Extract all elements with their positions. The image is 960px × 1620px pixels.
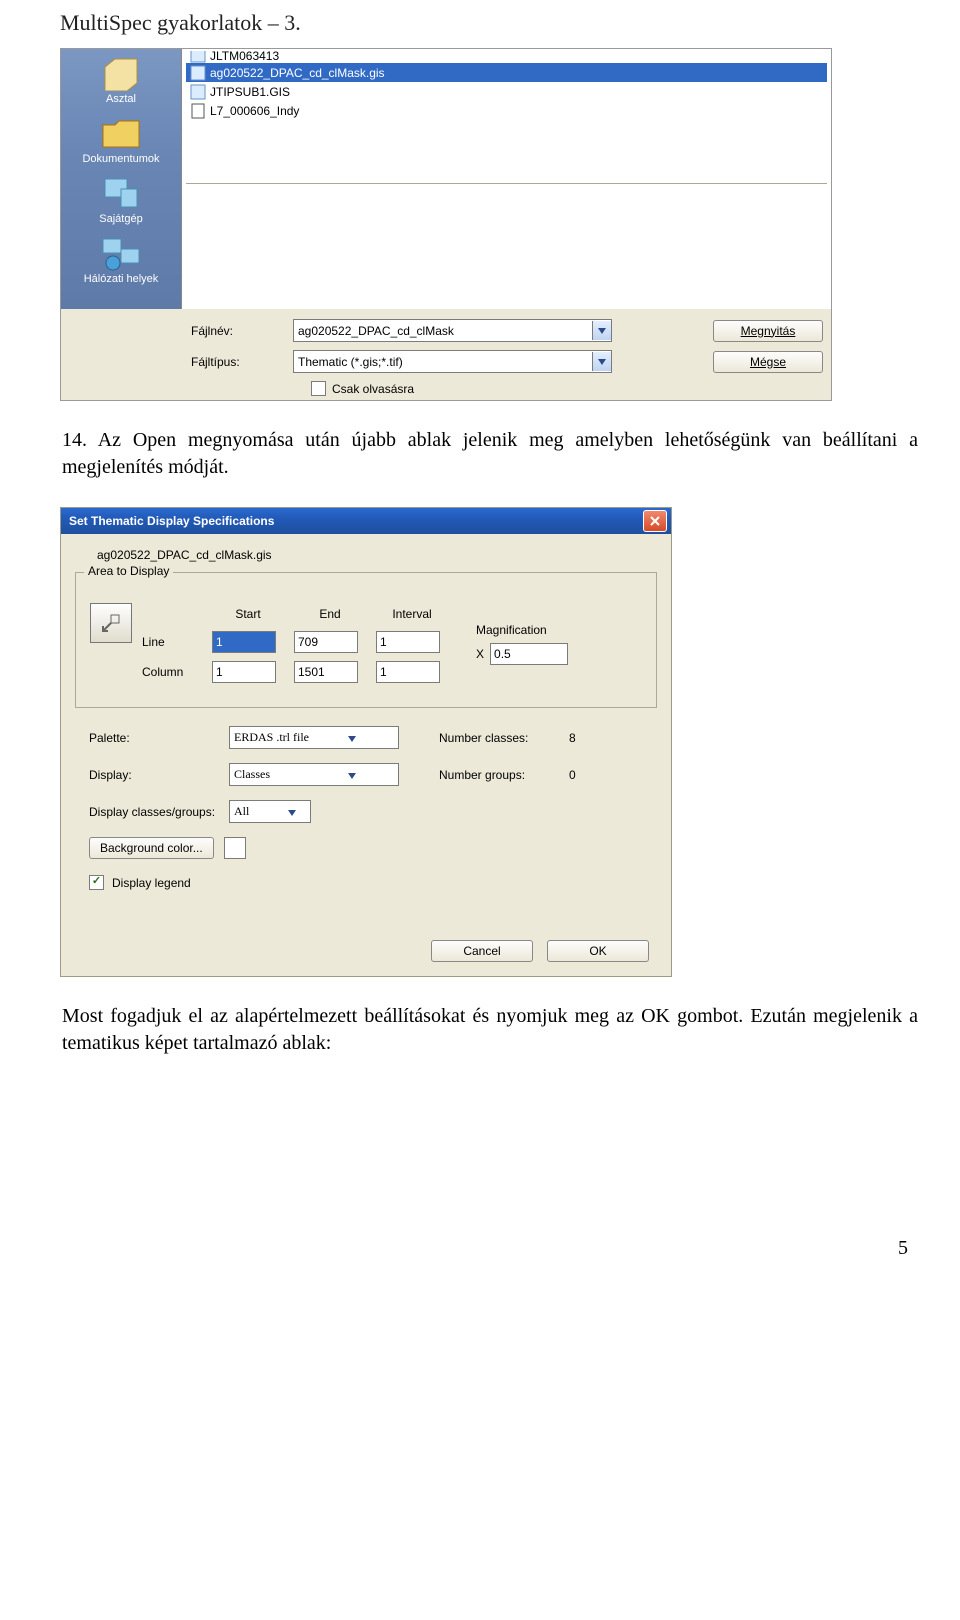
file-row-clipped[interactable]: JLTM063413 (186, 51, 827, 63)
display-classes-groups-combo[interactable] (229, 800, 311, 823)
places-network[interactable]: Hálózati helyek (59, 231, 183, 291)
readonly-label: Csak olvasásra (332, 382, 414, 396)
file-name: JLTM063413 (210, 51, 279, 63)
header-interval: Interval (376, 607, 448, 621)
places-network-label: Hálózati helyek (84, 273, 159, 285)
dialog-cancel-button[interactable]: Cancel (431, 940, 533, 962)
places-documents[interactable]: Dokumentumok (59, 111, 183, 171)
places-documents-label: Dokumentumok (82, 153, 159, 165)
file-row[interactable]: JTIPSUB1.GIS (186, 82, 827, 101)
dialog-ok-button[interactable]: OK (547, 940, 649, 962)
palette-label: Palette: (89, 731, 229, 745)
row-label-line: Line (142, 635, 202, 649)
places-bar: Asztal Dokumentumok Sajátgép (61, 49, 181, 309)
dropdown-button[interactable] (348, 768, 356, 782)
dropdown-button[interactable] (348, 731, 356, 745)
page-number: 5 (60, 1237, 920, 1260)
file-name: ag020522_DPAC_cd_clMask.gis (210, 66, 385, 80)
background-color-swatch[interactable] (224, 837, 246, 859)
display-legend-checkbox[interactable] (89, 875, 104, 890)
file-icon (190, 84, 206, 100)
open-file-dialog: Asztal Dokumentumok Sajátgép (60, 48, 832, 401)
file-row-selected[interactable]: ag020522_DPAC_cd_clMask.gis (186, 63, 827, 82)
dropdown-button[interactable] (288, 805, 296, 819)
row-label-column: Column (142, 665, 202, 679)
display-label: Display: (89, 768, 229, 782)
zoom-full-button[interactable] (90, 603, 132, 643)
filetype-combo[interactable] (293, 350, 612, 373)
column-end-input[interactable] (294, 661, 358, 683)
number-classes-label: Number classes: (439, 731, 569, 745)
readonly-row[interactable]: Csak olvasásra (311, 381, 823, 396)
filename-input[interactable] (294, 321, 592, 340)
file-name: L7_000606_Indy (210, 104, 299, 118)
document-header: MultiSpec gyakorlatok – 3. (60, 10, 920, 40)
places-desktop-label: Asztal (106, 93, 136, 105)
groupbox-title: Area to Display (84, 564, 173, 578)
display-combo[interactable] (229, 763, 399, 786)
file-area: JLTM063413 ag020522_DPAC_cd_clMask.gis J… (181, 49, 831, 309)
dialog-close-button[interactable] (643, 510, 667, 532)
readonly-checkbox[interactable] (311, 381, 326, 396)
file-name: JTIPSUB1.GIS (210, 85, 290, 99)
file-icon (190, 51, 206, 63)
filename-combo[interactable] (293, 319, 612, 342)
line-interval-input[interactable] (376, 631, 440, 653)
magnification-label: Magnification (476, 623, 568, 637)
line-end-input[interactable] (294, 631, 358, 653)
places-computer-label: Sajátgép (99, 213, 142, 225)
number-groups-value: 0 (569, 768, 599, 782)
dropdown-button[interactable] (592, 352, 611, 371)
paragraph-1: 14. Az Open megnyomása után újabb ablak … (62, 427, 918, 481)
file-row[interactable]: L7_000606_Indy (186, 101, 827, 120)
line-start-input[interactable] (212, 631, 276, 653)
file-icon (190, 65, 206, 81)
display-input[interactable] (230, 765, 348, 784)
dialog-title-bar: Set Thematic Display Specifications (61, 508, 671, 534)
dialog-filename: ag020522_DPAC_cd_clMask.gis (97, 548, 657, 562)
places-computer[interactable]: Sajátgép (59, 171, 183, 231)
display-legend-row[interactable]: Display legend (75, 875, 657, 890)
display-classes-groups-label: Display classes/groups: (89, 805, 229, 819)
area-to-display-group: Area to Display Start End Interval Line (75, 572, 657, 708)
cancel-button[interactable]: Mégse (713, 351, 823, 373)
column-interval-input[interactable] (376, 661, 440, 683)
display-classes-groups-input[interactable] (230, 802, 288, 821)
number-groups-label: Number groups: (439, 768, 569, 782)
background-color-button[interactable]: Background color... (89, 837, 214, 859)
magnification-input[interactable] (490, 643, 568, 665)
computer-icon (101, 177, 141, 211)
display-legend-label: Display legend (112, 876, 191, 890)
paragraph-2: Most fogadjuk el az alapértelmezett beál… (62, 1003, 918, 1057)
filetype-label: Fájltípus: (191, 355, 281, 369)
open-button[interactable]: Megnyitás (713, 320, 823, 342)
desktop-icon (101, 57, 141, 91)
file-list[interactable]: JLTM063413 ag020522_DPAC_cd_clMask.gis J… (186, 49, 827, 183)
magnification-x: X (476, 647, 484, 661)
filename-label: Fájlnév: (191, 324, 281, 338)
filetype-input[interactable] (294, 352, 592, 371)
column-start-input[interactable] (212, 661, 276, 683)
dialog-title: Set Thematic Display Specifications (69, 514, 274, 528)
thematic-display-dialog: Set Thematic Display Specifications ag02… (60, 507, 672, 977)
header-start: Start (212, 607, 284, 621)
number-classes-value: 8 (569, 731, 599, 745)
network-icon (101, 237, 141, 271)
places-desktop[interactable]: Asztal (59, 51, 183, 111)
dropdown-button[interactable] (592, 321, 611, 340)
file-icon (190, 103, 206, 119)
folder-icon (101, 117, 141, 151)
header-end: End (294, 607, 366, 621)
palette-input[interactable] (230, 728, 348, 747)
palette-combo[interactable] (229, 726, 399, 749)
